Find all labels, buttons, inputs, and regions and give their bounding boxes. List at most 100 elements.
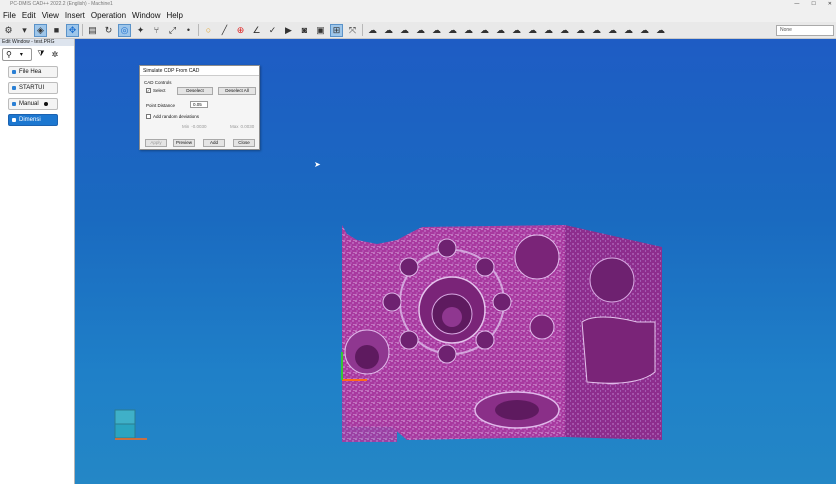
toolbar-separator bbox=[198, 24, 199, 36]
cloud-icon[interactable]: ☁ bbox=[558, 24, 571, 37]
cloud-icon[interactable]: ☁ bbox=[398, 24, 411, 37]
random-deviations-checkbox[interactable] bbox=[146, 114, 151, 119]
edit-window-title: Edit Window - test.PRG bbox=[0, 39, 74, 46]
cloud-icon[interactable]: ☁ bbox=[510, 24, 523, 37]
mouse-pointer-icon: ➤ bbox=[314, 160, 321, 169]
random-deviations-option[interactable]: Add random deviations bbox=[146, 114, 199, 119]
min-label: Min bbox=[182, 124, 190, 129]
expand-icon[interactable]: ⤧ bbox=[346, 24, 359, 37]
cloud-icon[interactable]: ☁ bbox=[382, 24, 395, 37]
maximize-button[interactable]: ☐ bbox=[811, 0, 815, 9]
play-icon[interactable]: ▶ bbox=[282, 24, 295, 37]
command-icon bbox=[12, 102, 16, 106]
command-manual[interactable]: Manual bbox=[8, 98, 58, 110]
close-button[interactable]: Close bbox=[233, 139, 255, 147]
rotate-icon[interactable]: ↻ bbox=[102, 24, 115, 37]
window-title: PC-DMIS CAD++ 2022.2 (English) - Machine… bbox=[10, 1, 113, 7]
point-distance-label: Point Distance bbox=[146, 103, 176, 108]
vector-icon[interactable]: ⤢ bbox=[166, 24, 179, 37]
menu-help[interactable]: Help bbox=[167, 11, 183, 20]
command-startup[interactable]: STARTUI bbox=[8, 82, 58, 94]
deselect-all-button[interactable]: Deselect All bbox=[218, 87, 256, 95]
cloud-icon[interactable]: ☁ bbox=[526, 24, 539, 37]
solid-cube-icon[interactable]: ■ bbox=[50, 24, 63, 37]
wand-icon[interactable]: ✦ bbox=[134, 24, 147, 37]
point-cloud-part[interactable] bbox=[337, 222, 667, 447]
cloud-icon[interactable]: ☁ bbox=[414, 24, 427, 37]
point-distance-input[interactable]: 0.05 bbox=[190, 101, 208, 108]
cloud-icon[interactable]: ☁ bbox=[606, 24, 619, 37]
cloud-icon[interactable]: ☁ bbox=[622, 24, 635, 37]
angle-icon[interactable]: ∠ bbox=[250, 24, 263, 37]
add-button[interactable]: Add bbox=[203, 139, 225, 147]
cloud-icon[interactable]: ☁ bbox=[542, 24, 555, 37]
grid-icon[interactable]: ⊞ bbox=[330, 23, 343, 37]
cloud-icon[interactable]: ☁ bbox=[590, 24, 603, 37]
main-toolbar: ⚙ ▾ ◈ ■ ✥ ▤ ↻ ◎ ✦ ⑂ ⤢ • ○ ╱ ⊕ ∠ ✓ ▶ ◙ ▣ … bbox=[0, 22, 836, 39]
cloud-icon[interactable]: ☁ bbox=[446, 24, 459, 37]
edit-window: Edit Window - test.PRG ⚲ ▾ ⧩ ✲ File Hea … bbox=[0, 39, 75, 484]
cloud-icon[interactable]: ☁ bbox=[462, 24, 475, 37]
cloud-icon[interactable]: ☁ bbox=[366, 24, 379, 37]
menu-insert[interactable]: Insert bbox=[65, 11, 85, 20]
cloud-icon[interactable]: ☁ bbox=[478, 24, 491, 37]
close-window-button[interactable]: ✕ bbox=[828, 0, 832, 9]
command-file-header[interactable]: File Hea bbox=[8, 66, 58, 78]
menu-view[interactable]: View bbox=[42, 11, 59, 20]
check-icon[interactable]: ✓ bbox=[266, 24, 279, 37]
minimize-button[interactable]: — bbox=[794, 0, 799, 9]
title-bar: PC-DMIS CAD++ 2022.2 (English) - Machine… bbox=[0, 0, 836, 9]
window-controls: — ☐ ✕ bbox=[794, 0, 832, 9]
min-row: Min -0.0030 bbox=[182, 124, 207, 129]
select-checkbox[interactable]: ✓ bbox=[146, 88, 151, 93]
menu-window[interactable]: Window bbox=[132, 11, 160, 20]
image-icon[interactable]: ▣ bbox=[314, 24, 327, 37]
scan-icon[interactable]: ◎ bbox=[118, 23, 131, 37]
command-label: File Hea bbox=[19, 69, 42, 75]
crosshair-icon[interactable]: ⊕ bbox=[234, 24, 247, 37]
cube-wire-icon[interactable]: ◈ bbox=[34, 23, 47, 37]
point-distance-row: Point Distance bbox=[146, 103, 175, 108]
cloud-icon[interactable]: ☁ bbox=[654, 24, 667, 37]
marker-dot-icon bbox=[43, 102, 48, 106]
max-value[interactable]: 0.0030 bbox=[241, 124, 255, 129]
min-value[interactable]: -0.0030 bbox=[191, 124, 206, 129]
move-icon[interactable]: ✥ bbox=[66, 23, 79, 37]
toolbar-separator bbox=[82, 24, 83, 36]
search-icon: ⚲ bbox=[6, 49, 12, 59]
cloud-icon[interactable]: ☁ bbox=[494, 24, 507, 37]
edit-window-toolbar: ⚲ ▾ ⧩ ✲ bbox=[0, 46, 74, 62]
cad-controls-label: CAD Controls bbox=[144, 80, 172, 85]
circle-icon[interactable]: ○ bbox=[202, 24, 215, 37]
line-icon[interactable]: ╱ bbox=[218, 24, 231, 37]
text-icon[interactable]: ▤ bbox=[86, 24, 99, 37]
max-row: Max 0.0030 bbox=[230, 124, 254, 129]
menu-operation[interactable]: Operation bbox=[91, 11, 126, 20]
cloud-icon[interactable]: ☁ bbox=[574, 24, 587, 37]
command-label: Dimensi bbox=[19, 117, 41, 123]
menu-edit[interactable]: Edit bbox=[22, 11, 36, 20]
random-deviations-label: Add random deviations bbox=[153, 114, 200, 119]
cloud-icon[interactable]: ☁ bbox=[430, 24, 443, 37]
view-cube-icon[interactable] bbox=[113, 408, 149, 444]
gear-icon[interactable]: ✲ bbox=[50, 50, 60, 59]
point-icon[interactable]: • bbox=[182, 24, 195, 37]
search-button[interactable]: ⚲ ▾ bbox=[2, 47, 32, 61]
cloud-icon[interactable]: ☁ bbox=[638, 24, 651, 37]
dropdown-arrow-icon[interactable]: ▾ bbox=[18, 24, 31, 37]
toolbar-separator bbox=[362, 24, 363, 36]
apply-button[interactable]: Apply bbox=[145, 139, 167, 147]
toolbar-combo[interactable]: None bbox=[776, 25, 834, 36]
command-label: Manual bbox=[19, 101, 39, 107]
camera-icon[interactable]: ◙ bbox=[298, 24, 311, 37]
branch-icon[interactable]: ⑂ bbox=[150, 24, 163, 37]
deselect-button[interactable]: Deselect bbox=[177, 87, 213, 95]
preview-button[interactable]: Preview bbox=[173, 139, 195, 147]
menu-bar: File Edit View Insert Operation Window H… bbox=[0, 9, 836, 22]
filter-icon[interactable]: ⧩ bbox=[36, 49, 46, 59]
select-option[interactable]: ✓ Select bbox=[146, 88, 166, 93]
simulate-cdp-dialog: Simulate CDP From CAD CAD Controls ✓ Sel… bbox=[139, 65, 260, 150]
command-dimension[interactable]: Dimensi bbox=[8, 114, 58, 126]
menu-file[interactable]: File bbox=[3, 11, 16, 20]
probe-icon[interactable]: ⚙ bbox=[2, 24, 15, 37]
